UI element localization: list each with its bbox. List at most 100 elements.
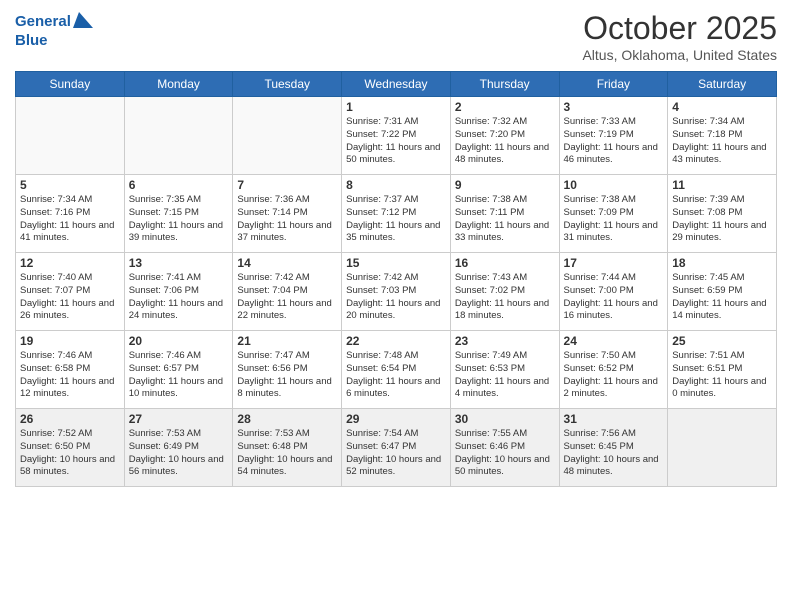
weekday-wednesday: Wednesday <box>342 72 451 97</box>
page: General Blue October 2025 Altus, Oklahom… <box>0 0 792 612</box>
month-title: October 2025 <box>582 10 777 47</box>
logo: General Blue <box>15 10 93 49</box>
day-info: Sunrise: 7:51 AM Sunset: 6:51 PM Dayligh… <box>672 350 772 401</box>
calendar-cell <box>124 97 233 175</box>
weekday-tuesday: Tuesday <box>233 72 342 97</box>
day-number: 20 <box>129 334 229 348</box>
day-info: Sunrise: 7:33 AM Sunset: 7:19 PM Dayligh… <box>564 116 664 167</box>
day-number: 29 <box>346 412 446 426</box>
calendar-cell: 7 Sunrise: 7:36 AM Sunset: 7:14 PM Daylig… <box>233 175 342 253</box>
day-number: 25 <box>672 334 772 348</box>
day-info: Sunrise: 7:40 AM Sunset: 7:07 PM Dayligh… <box>20 272 120 323</box>
day-info: Sunrise: 7:36 AM Sunset: 7:14 PM Dayligh… <box>237 194 337 245</box>
day-info: Sunrise: 7:34 AM Sunset: 7:16 PM Dayligh… <box>20 194 120 245</box>
day-info: Sunrise: 7:52 AM Sunset: 6:50 PM Dayligh… <box>20 428 120 479</box>
calendar-cell: 16Sunrise: 7:43 AM Sunset: 7:02 PM Dayli… <box>450 253 559 331</box>
day-number: 22 <box>346 334 446 348</box>
day-number: 3 <box>564 100 664 114</box>
day-info: Sunrise: 7:42 AM Sunset: 7:03 PM Dayligh… <box>346 272 446 323</box>
calendar-cell: 29Sunrise: 7:54 AM Sunset: 6:47 PM Dayli… <box>342 409 451 487</box>
calendar-cell: 22 Sunrise: 7:48 AM Sunset: 6:54 PM Dayli… <box>342 331 451 409</box>
calendar-cell: 18Sunrise: 7:45 AM Sunset: 6:59 PM Dayli… <box>668 253 777 331</box>
calendar-cell: 26 Sunrise: 7:52 AM Sunset: 6:50 PM Dayli… <box>16 409 125 487</box>
day-number: 19 <box>20 334 120 348</box>
week-row-2: 5 Sunrise: 7:34 AM Sunset: 7:16 PM Daylig… <box>16 175 777 253</box>
day-info: Sunrise: 7:37 AM Sunset: 7:12 PM Dayligh… <box>346 194 446 245</box>
day-info: Sunrise: 7:46 AM Sunset: 6:58 PM Dayligh… <box>20 350 120 401</box>
day-info: Sunrise: 7:41 AM Sunset: 7:06 PM Dayligh… <box>129 272 229 323</box>
calendar-cell <box>233 97 342 175</box>
calendar-cell: 6Sunrise: 7:35 AM Sunset: 7:15 PM Daylig… <box>124 175 233 253</box>
calendar-cell: 9Sunrise: 7:38 AM Sunset: 7:11 PM Daylig… <box>450 175 559 253</box>
day-number: 13 <box>129 256 229 270</box>
calendar-cell: 24 Sunrise: 7:50 AM Sunset: 6:52 PM Dayli… <box>559 331 668 409</box>
day-number: 27 <box>129 412 229 426</box>
day-number: 31 <box>564 412 664 426</box>
day-info: Sunrise: 7:49 AM Sunset: 6:53 PM Dayligh… <box>455 350 555 401</box>
calendar-cell <box>16 97 125 175</box>
weekday-saturday: Saturday <box>668 72 777 97</box>
day-info: Sunrise: 7:32 AM Sunset: 7:20 PM Dayligh… <box>455 116 555 167</box>
day-number: 26 <box>20 412 120 426</box>
day-number: 15 <box>346 256 446 270</box>
weekday-sunday: Sunday <box>16 72 125 97</box>
calendar-cell: 21 Sunrise: 7:47 AM Sunset: 6:56 PM Dayli… <box>233 331 342 409</box>
day-number: 5 <box>20 178 120 192</box>
day-info: Sunrise: 7:38 AM Sunset: 7:09 PM Dayligh… <box>564 194 664 245</box>
calendar-cell: 15 Sunrise: 7:42 AM Sunset: 7:03 PM Dayli… <box>342 253 451 331</box>
day-number: 8 <box>346 178 446 192</box>
logo-icon <box>71 10 93 32</box>
day-info: Sunrise: 7:55 AM Sunset: 6:46 PM Dayligh… <box>455 428 555 479</box>
calendar-cell: 31 Sunrise: 7:56 AM Sunset: 6:45 PM Dayli… <box>559 409 668 487</box>
calendar-cell: 4Sunrise: 7:34 AM Sunset: 7:18 PM Daylig… <box>668 97 777 175</box>
day-info: Sunrise: 7:48 AM Sunset: 6:54 PM Dayligh… <box>346 350 446 401</box>
week-row-3: 12 Sunrise: 7:40 AM Sunset: 7:07 PM Dayli… <box>16 253 777 331</box>
day-number: 14 <box>237 256 337 270</box>
day-number: 6 <box>129 178 229 192</box>
weekday-friday: Friday <box>559 72 668 97</box>
location: Altus, Oklahoma, United States <box>582 47 777 63</box>
day-number: 23 <box>455 334 555 348</box>
calendar-cell: 25 Sunrise: 7:51 AM Sunset: 6:51 PM Dayli… <box>668 331 777 409</box>
calendar-cell <box>668 409 777 487</box>
day-number: 28 <box>237 412 337 426</box>
title-block: October 2025 Altus, Oklahoma, United Sta… <box>582 10 777 63</box>
day-number: 7 <box>237 178 337 192</box>
calendar-cell: 17Sunrise: 7:44 AM Sunset: 7:00 PM Dayli… <box>559 253 668 331</box>
calendar-cell: 23 Sunrise: 7:49 AM Sunset: 6:53 PM Dayli… <box>450 331 559 409</box>
day-info: Sunrise: 7:31 AM Sunset: 7:22 PM Dayligh… <box>346 116 446 167</box>
week-row-4: 19 Sunrise: 7:46 AM Sunset: 6:58 PM Dayli… <box>16 331 777 409</box>
day-number: 10 <box>564 178 664 192</box>
day-number: 17 <box>564 256 664 270</box>
day-number: 30 <box>455 412 555 426</box>
calendar-cell: 5 Sunrise: 7:34 AM Sunset: 7:16 PM Daylig… <box>16 175 125 253</box>
calendar-cell: 28 Sunrise: 7:53 AM Sunset: 6:48 PM Dayli… <box>233 409 342 487</box>
calendar-cell: 13 Sunrise: 7:41 AM Sunset: 7:06 PM Dayli… <box>124 253 233 331</box>
weekday-thursday: Thursday <box>450 72 559 97</box>
logo-general: General <box>15 13 71 30</box>
calendar-cell: 19 Sunrise: 7:46 AM Sunset: 6:58 PM Dayli… <box>16 331 125 409</box>
calendar-cell: 10 Sunrise: 7:38 AM Sunset: 7:09 PM Dayli… <box>559 175 668 253</box>
day-number: 21 <box>237 334 337 348</box>
calendar: SundayMondayTuesdayWednesdayThursdayFrid… <box>15 71 777 487</box>
calendar-cell: 20 Sunrise: 7:46 AM Sunset: 6:57 PM Dayli… <box>124 331 233 409</box>
day-info: Sunrise: 7:39 AM Sunset: 7:08 PM Dayligh… <box>672 194 772 245</box>
day-info: Sunrise: 7:50 AM Sunset: 6:52 PM Dayligh… <box>564 350 664 401</box>
week-row-1: 1Sunrise: 7:31 AM Sunset: 7:22 PM Daylig… <box>16 97 777 175</box>
day-number: 24 <box>564 334 664 348</box>
day-info: Sunrise: 7:56 AM Sunset: 6:45 PM Dayligh… <box>564 428 664 479</box>
day-info: Sunrise: 7:47 AM Sunset: 6:56 PM Dayligh… <box>237 350 337 401</box>
day-number: 12 <box>20 256 120 270</box>
day-info: Sunrise: 7:34 AM Sunset: 7:18 PM Dayligh… <box>672 116 772 167</box>
weekday-header-row: SundayMondayTuesdayWednesdayThursdayFrid… <box>16 72 777 97</box>
calendar-cell: 30 Sunrise: 7:55 AM Sunset: 6:46 PM Dayli… <box>450 409 559 487</box>
day-info: Sunrise: 7:53 AM Sunset: 6:48 PM Dayligh… <box>237 428 337 479</box>
day-info: Sunrise: 7:53 AM Sunset: 6:49 PM Dayligh… <box>129 428 229 479</box>
calendar-cell: 2Sunrise: 7:32 AM Sunset: 7:20 PM Daylig… <box>450 97 559 175</box>
day-info: Sunrise: 7:46 AM Sunset: 6:57 PM Dayligh… <box>129 350 229 401</box>
day-info: Sunrise: 7:38 AM Sunset: 7:11 PM Dayligh… <box>455 194 555 245</box>
calendar-cell: 14Sunrise: 7:42 AM Sunset: 7:04 PM Dayli… <box>233 253 342 331</box>
calendar-cell: 1Sunrise: 7:31 AM Sunset: 7:22 PM Daylig… <box>342 97 451 175</box>
weekday-monday: Monday <box>124 72 233 97</box>
header: General Blue October 2025 Altus, Oklahom… <box>15 10 777 63</box>
